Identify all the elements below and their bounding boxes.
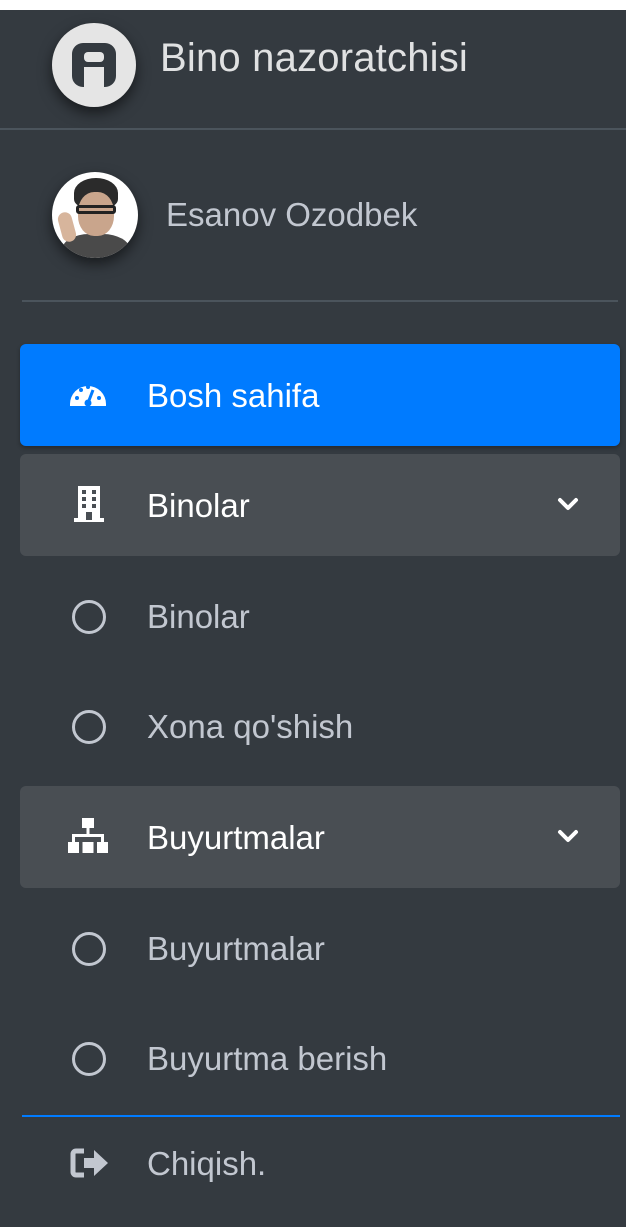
avatar [52,172,138,258]
nav-label: Bosh sahifa [147,377,320,414]
nav-item-orders[interactable]: Buyurtmalar [20,786,620,888]
sitemap-icon [68,818,108,853]
divider [22,300,618,302]
sub-item-label: Buyurtma berish [147,1040,388,1077]
circle-icon [72,600,106,634]
brand-title: Bino nazoratchisi [160,36,469,80]
user-name: Esanov Ozodbek [166,196,418,233]
sub-item-place-order[interactable]: Buyurtma berish [20,1008,620,1108]
circle-icon [72,710,106,744]
circle-icon [72,932,106,966]
sub-item-orders-list[interactable]: Buyurtmalar [20,898,620,998]
brand-logo-icon [52,23,136,107]
chevron-down-icon[interactable] [556,824,580,848]
nav-label: Binolar [147,487,250,524]
sub-item-label: Xona qo'shish [147,708,354,745]
sidebar: Bino nazoratchisi Esanov Ozodbek Bosh sa… [0,10,626,1227]
divider [22,1115,620,1117]
chevron-down-icon[interactable] [556,492,580,516]
nav-item-dashboard[interactable]: Bosh sahifa [20,344,620,446]
logout-link[interactable]: Chiqish. [20,1125,620,1215]
circle-icon [72,1042,106,1076]
user-panel[interactable]: Esanov Ozodbek [0,130,626,302]
tachometer-icon [70,385,106,407]
nav-item-buildings[interactable]: Binolar [20,454,620,556]
brand-link[interactable]: Bino nazoratchisi [0,10,626,130]
nav-label: Buyurtmalar [147,819,325,856]
sub-item-buildings-list[interactable]: Binolar [20,566,620,666]
sign-out-icon [70,1148,108,1178]
sub-item-label: Buyurtmalar [147,930,325,967]
sub-item-add-room[interactable]: Xona qo'shish [20,676,620,776]
top-edge [0,0,626,10]
sub-item-label: Binolar [147,598,250,635]
logout-label: Chiqish. [147,1145,267,1182]
building-icon [74,486,104,522]
